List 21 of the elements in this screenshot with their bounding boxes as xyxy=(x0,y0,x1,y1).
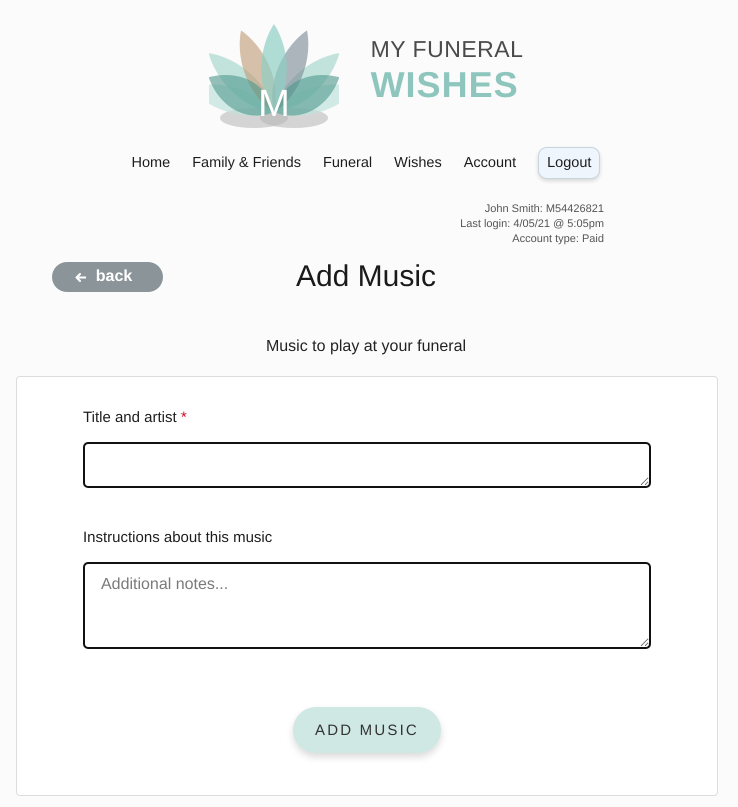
arrow-left-icon xyxy=(74,272,86,282)
field-label: Title and artist * xyxy=(83,409,188,427)
nav-link[interactable]: Account xyxy=(464,155,516,171)
logo-title: MY FUNERAL xyxy=(370,36,524,62)
logout-button[interactable]: Logout xyxy=(538,147,600,179)
page-subtitle: Music to play at your funeral xyxy=(266,338,466,356)
page-title: Add Music xyxy=(296,260,436,294)
field-label: Instructions about this music xyxy=(83,529,274,547)
nav-link[interactable]: Home xyxy=(132,155,170,171)
logo-monogram: M xyxy=(258,83,290,125)
add-music-button[interactable]: ADD MUSIC xyxy=(293,707,441,753)
nav-link[interactable]: Family & Friends xyxy=(192,155,301,171)
input-field[interactable]: Additional notes... xyxy=(83,562,651,649)
nav-link[interactable]: Funeral xyxy=(322,155,372,171)
logo-subtitle: WISHES xyxy=(370,66,520,104)
nav-link[interactable]: Wishes xyxy=(394,155,442,171)
lotus-logo-icon xyxy=(208,24,339,128)
user-info-text: Account type: Paid xyxy=(512,232,604,247)
user-info-text: Last login: 4/05/21 @ 5:05pm xyxy=(460,217,604,232)
user-info-text: John Smith: M54426821 xyxy=(484,202,604,217)
input-field[interactable] xyxy=(83,442,651,488)
